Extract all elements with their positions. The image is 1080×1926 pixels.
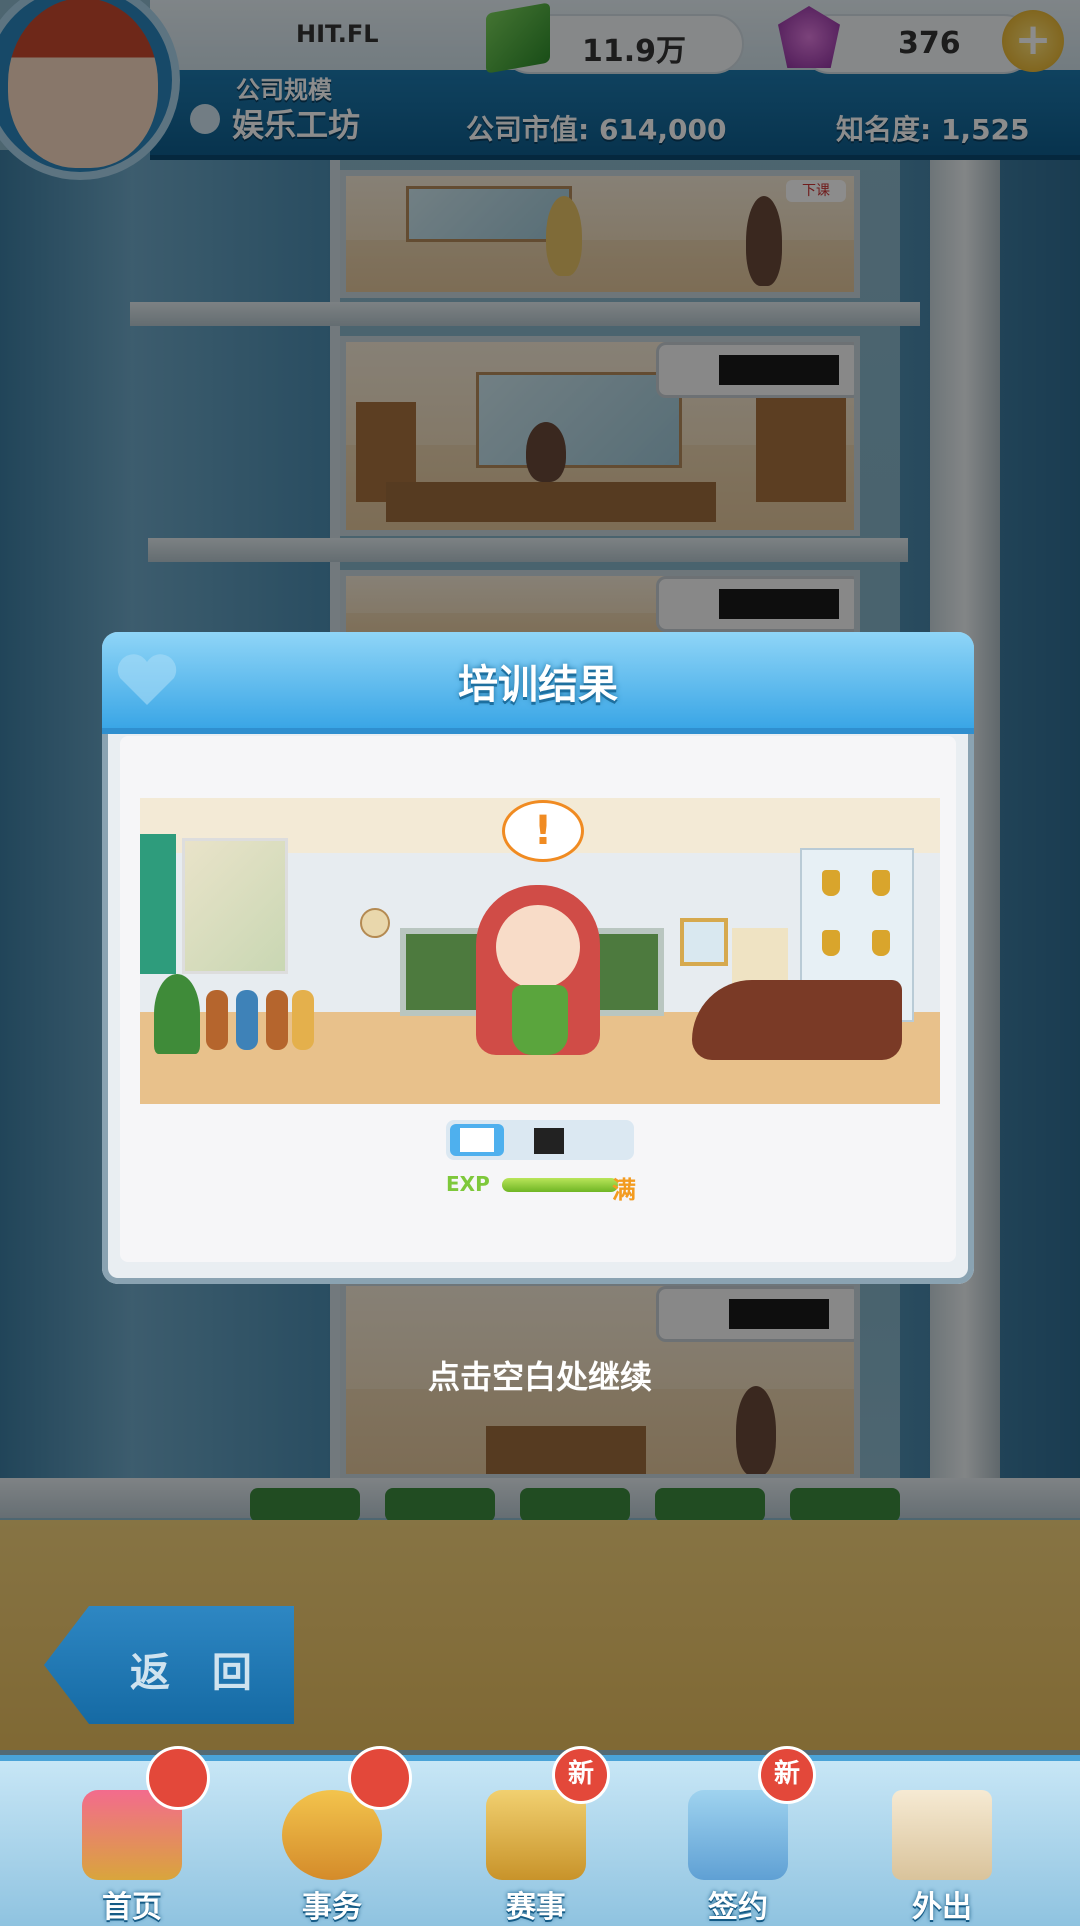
nav-events[interactable]: 赛事 <box>466 1790 606 1925</box>
door-icon <box>892 1790 992 1880</box>
clock-icon <box>360 908 390 938</box>
trophy-icon <box>822 870 840 896</box>
new-badge: 新 <box>552 1746 610 1804</box>
window <box>182 838 288 974</box>
tap-to-continue-hint: 点击空白处继续 <box>427 1358 652 1396</box>
exp-progress-fill <box>502 1178 618 1192</box>
plant-icon <box>154 974 200 1054</box>
piano-icon <box>692 980 902 1060</box>
guitar-icon <box>206 990 228 1050</box>
dialog-title: 培训结果 <box>458 662 618 708</box>
picture-frame <box>680 918 728 966</box>
new-badge: 新 <box>758 1746 816 1804</box>
nav-label: 首页 <box>102 1890 162 1925</box>
nav-label: 赛事 <box>506 1890 566 1925</box>
nav-label: 外出 <box>912 1890 972 1925</box>
redacted-stat <box>534 1128 564 1154</box>
alert-bubble-icon: ! <box>502 800 584 862</box>
back-button-label: 返 回 <box>130 1650 266 1696</box>
gift-badge-icon <box>348 1746 412 1810</box>
guitar-icon <box>266 990 288 1050</box>
trophy-icon <box>822 930 840 956</box>
exp-label: EXP <box>446 1172 490 1196</box>
profile-badge-icon <box>146 1746 210 1810</box>
trainee-dress <box>512 985 568 1055</box>
nav-go-out[interactable]: 外出 <box>872 1790 1012 1925</box>
nav-label: 事务 <box>302 1890 362 1925</box>
guitar-icon <box>292 990 314 1050</box>
nav-label: 签约 <box>708 1890 768 1925</box>
heart-icon <box>117 654 177 705</box>
nav-contract[interactable]: 签约 <box>668 1790 808 1925</box>
trainee-face <box>496 905 580 989</box>
exp-full-label: 满 <box>612 1176 636 1204</box>
exp-row: EXP 满 <box>446 1170 636 1204</box>
trophy-icon <box>872 930 890 956</box>
trophy-icon <box>486 1790 586 1880</box>
trophy-icon <box>872 870 890 896</box>
curtain <box>140 834 176 974</box>
stat-icon <box>450 1124 504 1156</box>
guitar-icon <box>236 990 258 1050</box>
contract-icon <box>688 1790 788 1880</box>
exp-progress-bar <box>502 1178 618 1192</box>
